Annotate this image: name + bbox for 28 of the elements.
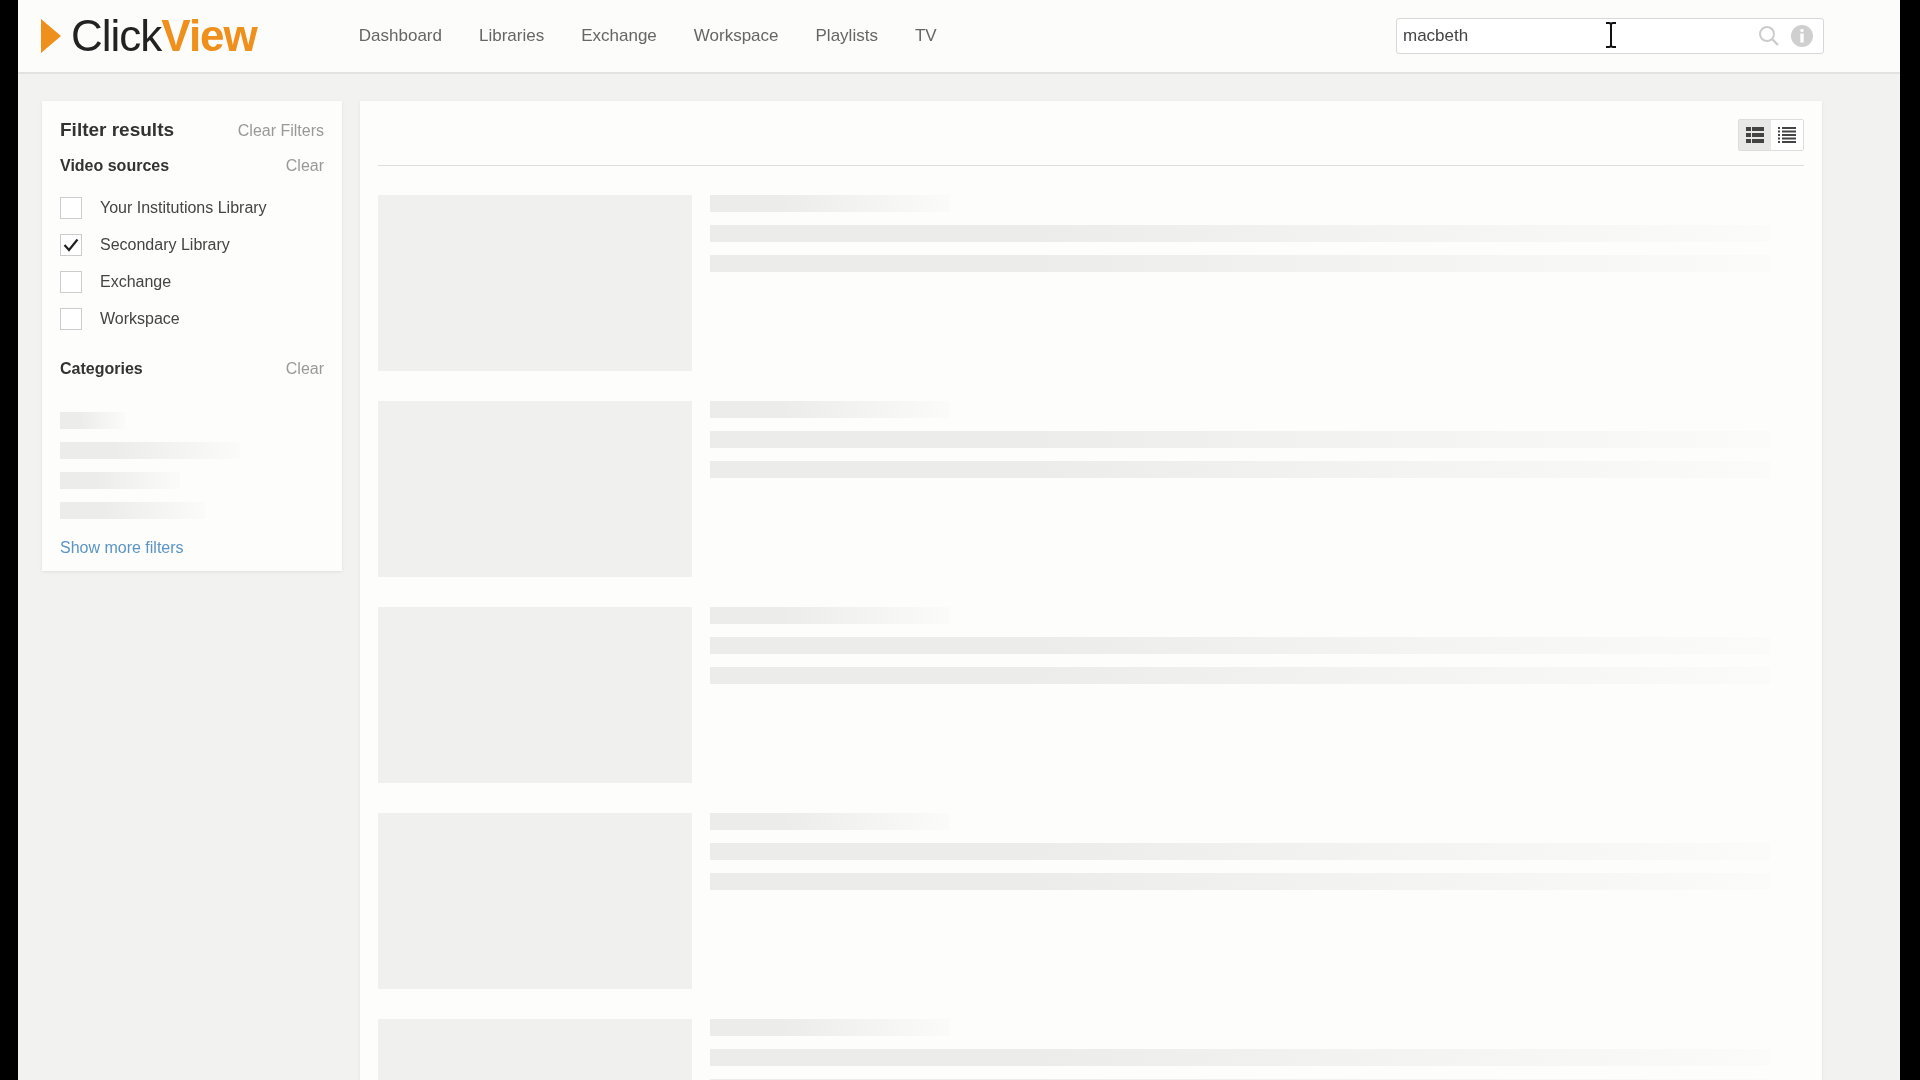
nav-link[interactable]: Exchange (581, 26, 657, 46)
nav-link[interactable]: Libraries (479, 26, 545, 46)
section-heading: Video sources (60, 157, 170, 175)
detailed-list-view-button[interactable] (1739, 120, 1771, 150)
checkbox-label[interactable]: Your Institutions Library (100, 199, 267, 217)
nav-link[interactable]: Dashboard (358, 26, 442, 46)
checkbox[interactable] (60, 197, 82, 219)
filter-title: Filter results (60, 119, 175, 141)
checkbox[interactable] (60, 308, 82, 330)
search-icon[interactable] (1758, 25, 1780, 47)
compact-list-icon (1778, 127, 1796, 143)
search-field[interactable]: macbeth (1396, 18, 1824, 54)
checkbox-label[interactable]: Secondary Library (100, 236, 230, 254)
logo-text[interactable]: ClickView (71, 14, 257, 58)
show-more-filters-link[interactable]: Show more filters (60, 539, 324, 557)
nav-link[interactable]: TV (914, 26, 937, 46)
section-heading: Categories (60, 360, 143, 378)
text-cursor-icon (1604, 22, 1618, 48)
play-triangle-icon (41, 19, 61, 53)
checkbox[interactable] (60, 234, 82, 256)
checkbox-label[interactable]: Workspace (100, 310, 180, 328)
nav-link[interactable]: Workspace (693, 26, 779, 46)
info-icon[interactable] (1790, 24, 1814, 48)
nav-link[interactable]: Playlists (815, 26, 878, 46)
checkbox[interactable] (60, 271, 82, 293)
checkbox-label[interactable]: Exchange (100, 273, 172, 291)
detailed-list-icon (1746, 127, 1764, 143)
compact-list-view-button[interactable] (1771, 120, 1803, 150)
